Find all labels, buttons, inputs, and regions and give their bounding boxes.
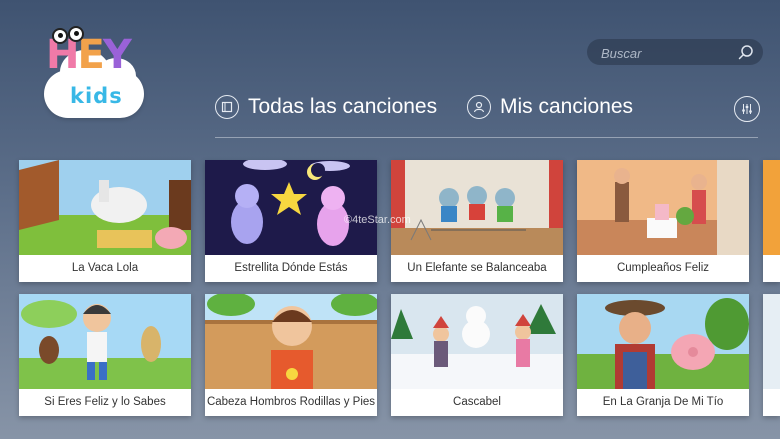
logo-eye-left bbox=[52, 28, 68, 44]
hey-kids-logo[interactable]: HEY kids bbox=[40, 26, 160, 120]
thumbnail-image bbox=[19, 160, 191, 255]
thumbnail-image bbox=[391, 160, 563, 255]
search-input[interactable] bbox=[599, 43, 733, 63]
song-card-un-elefante[interactable]: Un Elefante se Balanceaba bbox=[391, 160, 563, 282]
tab-all-songs-label: Todas las canciones bbox=[248, 95, 438, 118]
filter-button[interactable] bbox=[734, 96, 760, 122]
logo-eye-right bbox=[68, 26, 84, 42]
logo-kids: kids bbox=[70, 84, 123, 108]
song-title: La Vaca Lola bbox=[71, 262, 139, 274]
thumbnail-image bbox=[391, 294, 563, 389]
sliders-icon bbox=[742, 104, 752, 114]
song-card-cascabel[interactable]: Cascabel bbox=[391, 294, 563, 416]
thumbnail-image bbox=[763, 160, 780, 255]
search-bar[interactable] bbox=[587, 39, 763, 65]
song-card-partial-right-2[interactable] bbox=[763, 294, 780, 416]
film-icon bbox=[215, 95, 239, 119]
tab-my-songs-label: Mis canciones bbox=[500, 95, 634, 118]
song-title: Cumpleaños Feliz bbox=[616, 262, 710, 274]
song-card-en-la-granja[interactable]: En La Granja De Mi Tío bbox=[577, 294, 749, 416]
watermark: ©4teStar.com bbox=[344, 214, 411, 226]
thumbnail-image bbox=[763, 294, 780, 389]
song-card-si-eres-feliz[interactable]: Si Eres Feliz y lo Sabes bbox=[19, 294, 191, 416]
user-icon bbox=[467, 95, 491, 119]
song-card-partial-right[interactable] bbox=[763, 160, 780, 282]
tab-all-songs[interactable]: Todas las canciones bbox=[215, 95, 437, 119]
logo-letter-y: Y bbox=[102, 32, 132, 78]
song-card-cumpleanos[interactable]: Cumpleaños Feliz bbox=[577, 160, 749, 282]
nav-divider bbox=[215, 137, 758, 138]
song-title: Estrellita Dónde Estás bbox=[234, 262, 348, 274]
song-card-cabeza-hombros[interactable]: Cabeza Hombros Rodillas y Pies bbox=[205, 294, 377, 416]
song-title: En La Granja De Mi Tío bbox=[602, 396, 724, 408]
thumbnail-image bbox=[19, 294, 191, 389]
song-title: Cabeza Hombros Rodillas y Pies bbox=[206, 396, 376, 408]
song-card-la-vaca-lola[interactable]: La Vaca Lola bbox=[19, 160, 191, 282]
thumbnail-image bbox=[205, 160, 377, 255]
thumbnail-image bbox=[577, 160, 749, 255]
song-title: Cascabel bbox=[453, 396, 501, 408]
thumbnail-image bbox=[205, 294, 377, 389]
thumbnail-image bbox=[577, 294, 749, 389]
song-title: Un Elefante se Balanceaba bbox=[407, 262, 547, 274]
song-title: Si Eres Feliz y lo Sabes bbox=[44, 396, 166, 408]
search-icon[interactable] bbox=[738, 44, 754, 60]
tab-my-songs[interactable]: Mis canciones bbox=[467, 95, 633, 119]
